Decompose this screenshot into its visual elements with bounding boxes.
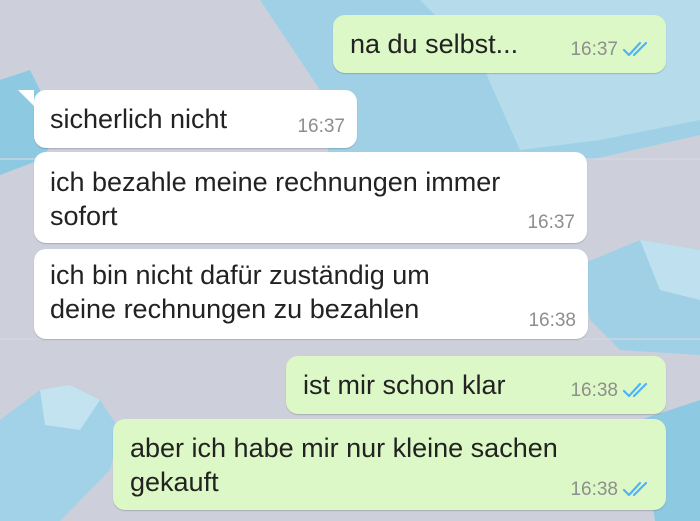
message-timestamp: 16:37 <box>527 212 575 233</box>
message-text-line: sofort <box>50 201 118 231</box>
message-bubble-outgoing[interactable]: ist mir schon klar 16:38 <box>286 356 666 414</box>
message-text-line: ich bin nicht dafür zuständig um <box>50 260 430 290</box>
double-check-read-icon <box>622 41 648 57</box>
double-check-read-icon <box>622 481 648 497</box>
message-bubble-incoming[interactable]: sicherlich nicht 16:37 <box>34 90 357 148</box>
message-text-line: gekauft <box>130 467 219 497</box>
double-check-read-icon <box>622 382 648 398</box>
message-meta: 16:38 <box>570 380 652 402</box>
message-text-line: deine rechnungen zu bezahlen <box>50 294 420 324</box>
message-timestamp: 16:37 <box>297 116 345 137</box>
message-bubble-outgoing[interactable]: na du selbst... 16:37 <box>333 15 666 73</box>
message-timestamp: 16:38 <box>570 380 618 401</box>
message-text: sicherlich nicht <box>50 104 228 134</box>
message-text-line: ich bezahle meine rechnungen immer <box>50 167 501 197</box>
message-text-line: aber ich habe mir nur kleine sachen <box>130 433 558 463</box>
bubble-tail-incoming <box>18 90 34 106</box>
message-bubble-incoming[interactable]: ich bin nicht dafür zuständig um deine r… <box>34 249 588 339</box>
chat-conversation: na du selbst... 16:37 sicherlich nicht 1… <box>0 0 700 521</box>
message-meta: 16:37 <box>570 39 652 61</box>
message-bubble-incoming[interactable]: ich bezahle meine rechnungen immer sofor… <box>34 152 587 243</box>
message-text: na du selbst... <box>350 29 519 59</box>
message-text: ist mir schon klar <box>303 370 506 400</box>
message-timestamp: 16:37 <box>570 39 618 60</box>
message-meta: 16:38 <box>570 479 652 501</box>
message-timestamp: 16:38 <box>528 310 576 331</box>
message-bubble-outgoing[interactable]: aber ich habe mir nur kleine sachen geka… <box>113 419 666 510</box>
message-timestamp: 16:38 <box>570 479 618 500</box>
